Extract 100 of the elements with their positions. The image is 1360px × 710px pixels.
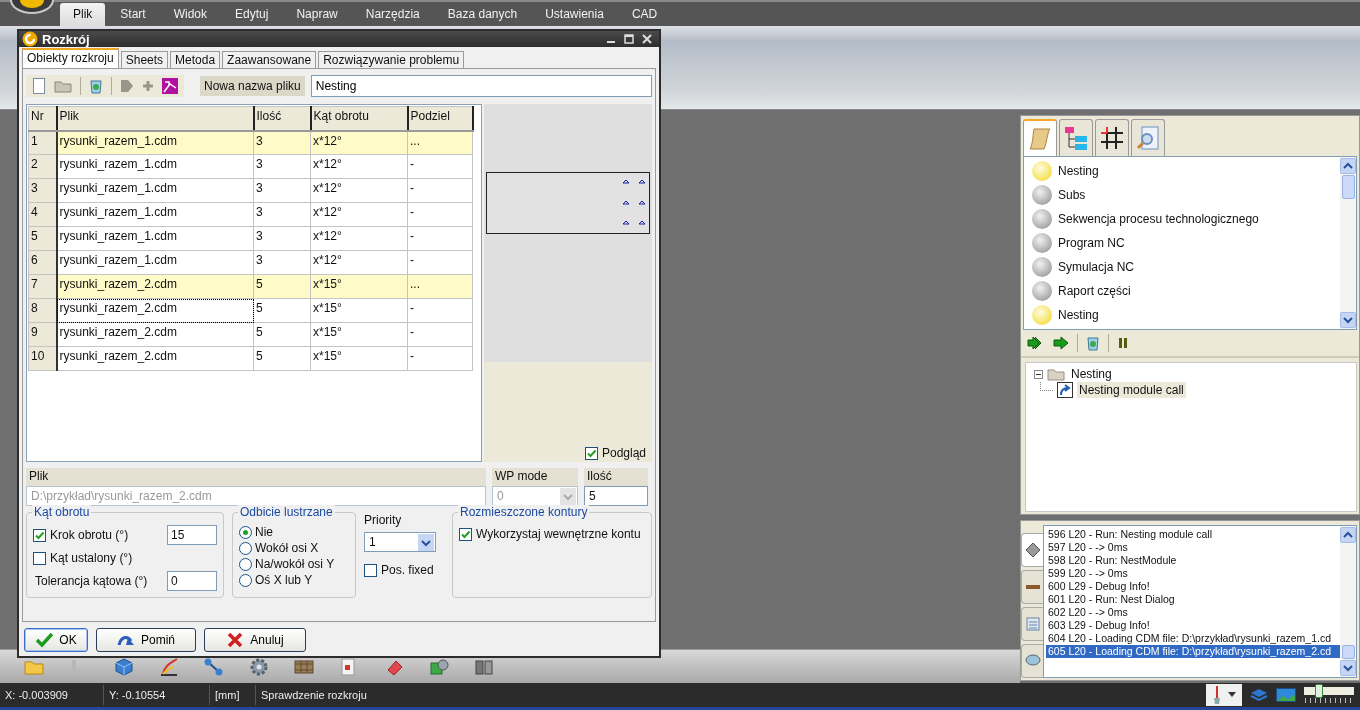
menu-tab[interactable]: Napraw bbox=[283, 3, 351, 26]
curve-icon[interactable] bbox=[159, 656, 179, 677]
table-cell[interactable]: rysunki_razem_1.cdm bbox=[56, 130, 254, 155]
zoom-slider[interactable] bbox=[1304, 687, 1354, 695]
panel-tab[interactable] bbox=[1095, 119, 1129, 156]
radio-button[interactable] bbox=[239, 557, 252, 571]
radio-button[interactable] bbox=[239, 525, 252, 539]
log-line[interactable]: 602 L20 - -> 0ms bbox=[1046, 606, 1340, 619]
step-item[interactable]: Symulacja NC bbox=[1058, 260, 1135, 274]
log-line[interactable]: 601 L20 - Run: Nest Dialog bbox=[1046, 593, 1340, 606]
table-cell[interactable]: - bbox=[407, 298, 473, 323]
column-header[interactable]: Nr bbox=[28, 106, 57, 131]
dialog-button[interactable]: Pomiń bbox=[96, 628, 196, 652]
table-cell[interactable]: rysunki_razem_2.cdm bbox=[56, 322, 254, 347]
table-cell[interactable]: rysunki_razem_2.cdm bbox=[56, 274, 254, 299]
table-cell[interactable]: rysunki_razem_1.cdm bbox=[56, 226, 254, 251]
slider-thumb[interactable] bbox=[1315, 684, 1323, 698]
scroll-thumb[interactable] bbox=[1341, 645, 1355, 659]
table-cell[interactable]: 5 bbox=[253, 298, 311, 323]
table-cell[interactable]: - bbox=[407, 154, 473, 179]
close-icon[interactable] bbox=[641, 33, 653, 45]
tree-item[interactable]: Nesting bbox=[1069, 366, 1114, 382]
table-cell[interactable]: 5 bbox=[253, 346, 311, 371]
table-cell[interactable]: rysunki_razem_1.cdm bbox=[56, 250, 254, 275]
table-cell[interactable]: rysunki_razem_1.cdm bbox=[56, 178, 254, 203]
menu-tab[interactable]: Edytuj bbox=[222, 3, 282, 26]
log-line[interactable]: 598 L20 - Run: NestModule bbox=[1046, 554, 1340, 567]
table-cell[interactable]: rysunki_razem_1.cdm bbox=[56, 154, 254, 179]
checkbox[interactable] bbox=[459, 527, 472, 541]
table-cell[interactable]: rysunki_razem_2.cdm bbox=[56, 346, 254, 371]
column-header[interactable]: Podziel bbox=[407, 106, 473, 131]
quantity-field[interactable]: 5 bbox=[584, 486, 648, 506]
log-line[interactable]: 597 L20 - -> 0ms bbox=[1046, 541, 1340, 554]
step-item[interactable]: Nesting bbox=[1058, 164, 1099, 178]
table-cell[interactable]: 3 bbox=[253, 178, 311, 203]
collapse-icon[interactable] bbox=[1034, 369, 1043, 379]
table-cell[interactable]: - bbox=[407, 202, 473, 227]
file-name-field[interactable]: Nesting bbox=[310, 75, 652, 97]
menu-tab[interactable]: CAD bbox=[618, 3, 671, 26]
column-header[interactable]: Plik bbox=[56, 106, 254, 131]
table-cell[interactable]: - bbox=[407, 178, 473, 203]
column-header[interactable]: Ilość bbox=[253, 106, 311, 131]
nesting-icon[interactable] bbox=[162, 78, 178, 94]
table-cell[interactable]: x*15° bbox=[310, 322, 408, 347]
priority-dropdown[interactable]: 1 bbox=[364, 532, 436, 552]
step-item[interactable]: Sekwencja procesu technologicznego bbox=[1058, 212, 1259, 226]
step-item[interactable]: Program NC bbox=[1058, 236, 1125, 250]
checkbox[interactable] bbox=[33, 528, 46, 542]
recycle-bin-icon[interactable] bbox=[89, 78, 103, 94]
tolerance-field[interactable]: 0 bbox=[167, 571, 217, 591]
log-tab[interactable] bbox=[1021, 570, 1043, 604]
dialog-button[interactable]: Anuluj bbox=[204, 628, 306, 652]
menu-tab[interactable]: Widok bbox=[160, 3, 221, 26]
tree-item[interactable]: Nesting module call bbox=[1077, 382, 1186, 398]
table-cell[interactable]: - bbox=[407, 226, 473, 251]
menu-tab[interactable]: Baza danych bbox=[434, 3, 531, 26]
checkbox[interactable] bbox=[364, 563, 377, 577]
radio-button[interactable] bbox=[239, 541, 252, 555]
layers-icon[interactable] bbox=[1250, 688, 1268, 702]
table-cell[interactable]: 3 bbox=[253, 226, 311, 251]
scrollbar[interactable] bbox=[1340, 157, 1356, 329]
table-cell[interactable]: rysunki_razem_2.cdm bbox=[56, 298, 254, 323]
checkbox[interactable] bbox=[584, 446, 598, 460]
log-line[interactable]: 603 L29 - Debug Info! bbox=[1046, 619, 1340, 632]
menu-tab[interactable]: Plik bbox=[60, 3, 106, 26]
table-cell[interactable]: - bbox=[407, 322, 473, 347]
step-item[interactable]: Nesting bbox=[1058, 308, 1099, 322]
app-orb-icon[interactable] bbox=[10, 0, 54, 14]
log-line[interactable]: 600 L29 - Debug Info! bbox=[1046, 580, 1340, 593]
checkbox[interactable] bbox=[33, 551, 46, 565]
table-cell[interactable]: - bbox=[407, 346, 473, 371]
table-cell[interactable]: 5 bbox=[253, 322, 311, 347]
cube-icon[interactable] bbox=[114, 656, 134, 677]
table-cell[interactable]: x*12° bbox=[310, 178, 408, 203]
table-cell[interactable]: 3 bbox=[253, 202, 311, 227]
table-cell[interactable]: x*12° bbox=[310, 202, 408, 227]
recycle-bin-icon[interactable] bbox=[1086, 335, 1100, 351]
tab[interactable]: Obiekty rozkroju bbox=[22, 48, 119, 68]
table-cell[interactable]: x*15° bbox=[310, 346, 408, 371]
tab[interactable]: Zaawansowane bbox=[222, 51, 317, 68]
tab[interactable]: Sheets bbox=[120, 51, 169, 68]
arrow-icon[interactable] bbox=[1053, 336, 1069, 350]
landscape-icon[interactable] bbox=[1276, 688, 1296, 702]
pause-icon[interactable] bbox=[1117, 336, 1129, 350]
node-icon[interactable] bbox=[204, 656, 224, 677]
step-item[interactable]: Raport części bbox=[1058, 284, 1131, 298]
rotation-step-field[interactable]: 15 bbox=[167, 525, 217, 545]
table-cell[interactable]: 3 bbox=[253, 250, 311, 275]
menu-tab[interactable]: Ustawienia bbox=[532, 3, 617, 26]
step-item[interactable]: Subs bbox=[1058, 188, 1086, 202]
tab[interactable]: Rozwiązywanie problemu bbox=[318, 51, 465, 68]
table-cell[interactable]: 3 bbox=[253, 154, 311, 179]
menu-tab[interactable]: Narzędzia bbox=[352, 3, 433, 26]
menu-tab[interactable]: Start bbox=[107, 3, 159, 26]
table-cell[interactable]: - bbox=[407, 250, 473, 275]
log-line[interactable]: 604 L20 - Loading CDM file: D:\przykład\rysunki_razem_1.cd bbox=[1046, 632, 1340, 645]
tab[interactable]: Metoda bbox=[170, 51, 221, 68]
table-cell[interactable]: x*15° bbox=[310, 274, 408, 299]
radio-button[interactable] bbox=[239, 573, 252, 587]
table-cell[interactable]: x*15° bbox=[310, 298, 408, 323]
